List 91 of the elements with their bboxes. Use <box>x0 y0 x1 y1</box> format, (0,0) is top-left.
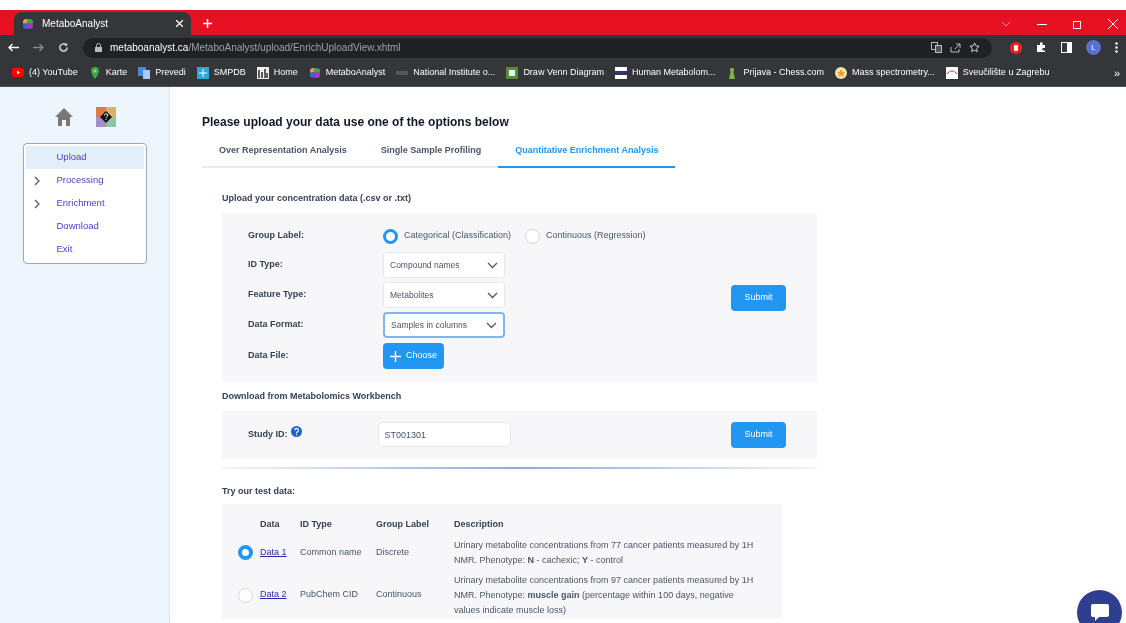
bookmark-icon <box>12 67 24 79</box>
page-heading: Please upload your data use one of the options below <box>202 114 510 131</box>
bookmark-icon <box>256 67 269 79</box>
table-cell-text: PubChem CID <box>300 588 360 602</box>
bookmark-icon <box>138 67 151 79</box>
extension-icon[interactable] <box>1010 41 1022 54</box>
menu-item[interactable]: Exit <box>25 238 144 261</box>
dropdown[interactable]: Compound names <box>383 252 505 278</box>
bookmark-link[interactable]: MetaboAnalyst <box>308 66 386 80</box>
bookmark-link[interactable]: Karte <box>88 66 128 80</box>
browser-tab[interactable]: MetaboAnalyst <box>14 12 191 35</box>
tab-title: MetaboAnalyst <box>42 17 110 31</box>
profile-avatar[interactable]: L <box>1086 40 1101 55</box>
share-icon[interactable] <box>950 42 961 53</box>
study-id-field[interactable]: ST001301 <box>377 422 511 447</box>
section-title: Upload your concentration data (.csv or .txt) <box>222 191 413 205</box>
menu-icon[interactable] <box>1115 42 1118 53</box>
field-label: Group Label: <box>248 229 305 243</box>
table-cell-text: Urinary metabolite concentrations from 77 cancer patients measured by 1H NMR. Phenotype: N - cachexic; Y - control <box>454 538 755 567</box>
bookmark-icon <box>614 67 627 79</box>
column-header: Group Label <box>376 518 430 531</box>
field-label: Feature Type: <box>248 288 308 302</box>
sidebar-icon[interactable] <box>1061 42 1072 53</box>
bookmark-icon <box>506 67 519 79</box>
dropdown[interactable]: Samples in columns <box>383 312 505 338</box>
bookmark-link[interactable]: Prevedi <box>138 66 186 80</box>
translate-icon[interactable] <box>931 42 942 53</box>
close-icon[interactable] <box>176 20 183 27</box>
field-label: Data File: <box>248 349 290 363</box>
minimize-icon[interactable] <box>1037 24 1047 26</box>
bookmark-link[interactable]: National Institute o... <box>396 66 496 80</box>
url-text: metaboanalyst.ca/MetaboAnalyst/upload/EnrichUploadView.xhtml <box>110 41 402 55</box>
bookmark-link[interactable]: Mass spectrometry... <box>835 66 935 80</box>
bookmark-link[interactable]: Prijava - Chess.com <box>726 66 824 80</box>
bookmark-icon <box>196 67 209 79</box>
column-header: ID Type <box>300 518 333 531</box>
bookmark-icon <box>835 67 847 79</box>
chat-button[interactable] <box>1077 590 1122 623</box>
chat-icon <box>1090 604 1109 621</box>
menu-item[interactable]: Download <box>25 215 144 238</box>
radio-label: Continuous (Regression) <box>546 229 646 243</box>
forward-icon[interactable] <box>33 43 44 52</box>
section-title: Download from Metabolomics Workbench <box>222 390 403 403</box>
chevron-right-icon[interactable] <box>33 198 40 209</box>
tab[interactable]: Over Representation Analysis <box>202 143 364 168</box>
address-bar[interactable]: metaboanalyst.ca/MetaboAnalyst/upload/EnrichUploadView.xhtml <box>83 37 992 58</box>
bookmark-link[interactable]: Draw Venn Diagram <box>506 66 604 80</box>
data-link[interactable]: Data 2 <box>260 588 287 602</box>
radio-label: Categorical (Classification) <box>404 229 512 243</box>
more-bookmarks-icon[interactable]: » <box>1113 64 1120 82</box>
tab[interactable]: Single Sample Profiling <box>363 143 499 168</box>
lock-icon <box>95 43 102 52</box>
table-cell-text: Common name <box>300 545 363 559</box>
menu-item[interactable]: Enrichment <box>25 192 144 215</box>
data-link[interactable]: Data 1 <box>260 545 287 560</box>
column-header: Data <box>260 518 281 531</box>
table-cell-text: Urinary metabolite concentrations from 97 cancer patients measured by 1H NMR. Phenotype: muscle gain (percentage within 100 days, negative values indicate muscle loss) <box>454 573 755 617</box>
radio-button[interactable] <box>238 545 253 560</box>
bookmark-icon <box>88 67 101 79</box>
help-icon[interactable] <box>95 107 116 127</box>
chevron-down-icon <box>487 261 498 269</box>
menu-item[interactable]: Upload <box>25 146 144 169</box>
menu-item[interactable]: Processing <box>25 169 144 192</box>
section-title: Try our test data: <box>222 484 296 498</box>
restore-icon[interactable] <box>1073 20 1082 29</box>
home-icon[interactable] <box>53 107 74 127</box>
app-logo-icon <box>22 17 34 30</box>
new-tab-icon[interactable] <box>203 19 212 28</box>
table-cell-text: Continuous <box>376 588 423 602</box>
bookmark-link[interactable]: Sveučilište u Zagrebu <box>945 66 1050 80</box>
column-header: Description <box>454 518 505 531</box>
plus-icon <box>390 350 401 362</box>
bookmark-link[interactable]: SMPDB <box>196 66 246 80</box>
chevron-down-icon <box>487 291 498 299</box>
bookmark-icon <box>945 67 958 79</box>
bookmark-link[interactable]: (4) YouTube <box>12 66 78 80</box>
puzzle-icon[interactable] <box>1036 42 1047 53</box>
radio-button[interactable] <box>383 228 398 244</box>
bookmark-link[interactable]: Home <box>256 66 298 80</box>
field-label: Study ID: <box>248 427 288 441</box>
chevron-right-icon[interactable] <box>33 175 40 186</box>
field-label: ID Type: <box>248 258 284 272</box>
bookmark-link[interactable]: Human Metabolom... <box>614 66 716 80</box>
back-icon[interactable] <box>8 43 19 52</box>
chevron-down-icon <box>486 321 497 329</box>
reload-icon[interactable] <box>58 42 69 53</box>
table-cell-text: Discrete <box>376 545 410 559</box>
star-icon[interactable] <box>969 42 980 53</box>
bookmark-icon <box>308 67 321 79</box>
dropdown[interactable]: Metabolites <box>383 282 505 308</box>
field-label: Data Format: <box>248 318 305 332</box>
